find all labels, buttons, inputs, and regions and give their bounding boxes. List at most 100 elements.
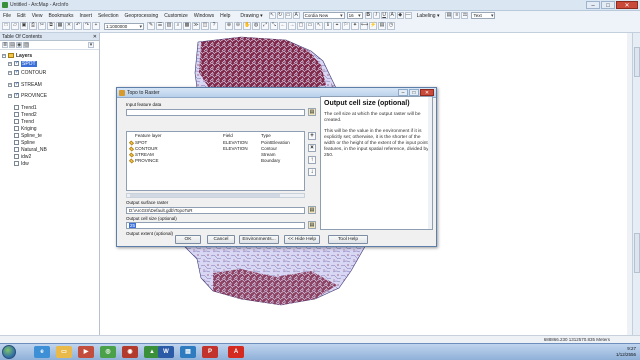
table-scrollbar[interactable] [126,193,305,198]
help-scrollbar[interactable] [428,97,432,229]
layer-visibility-checkbox[interactable]: ✓ [14,61,19,66]
modelbuilder-icon[interactable]: ◫ [201,22,209,30]
menu-bookmarks[interactable]: Bookmarks [48,13,73,19]
arctoolbox-dock-tab[interactable] [634,47,640,77]
html-popup-icon[interactable]: ▤ [378,22,386,30]
copy-icon[interactable]: ⧉ [47,22,55,30]
layer-visibility-checkbox[interactable] [14,161,19,166]
redo-icon[interactable]: ↷ [83,22,91,30]
clear-selection-icon[interactable]: ▭ [306,22,314,30]
add-data-icon[interactable]: + [92,22,100,30]
save-icon[interactable]: ▣ [20,22,28,30]
layer-item-idw[interactable]: +Idw [8,160,29,167]
forward-icon[interactable]: → [288,22,296,30]
line-color-icon[interactable]: — [404,12,412,19]
layer-item-stream[interactable]: − ✓ STREAM [8,81,42,88]
layer-visibility-checkbox[interactable] [14,119,19,124]
cut-icon[interactable]: ✂ [38,22,46,30]
fixed-zoom-in-icon[interactable]: ⤢ [261,22,269,30]
word-icon[interactable]: W [158,346,174,358]
dialog-close-button[interactable]: ✕ [420,89,434,96]
label-priority-icon[interactable]: ≡ [453,12,461,19]
find-route-icon[interactable]: ⚐ [342,22,350,30]
catalog-icon[interactable]: ▥ [165,22,173,30]
italic-icon[interactable]: I [372,12,380,19]
layer-visibility-checkbox[interactable]: ✓ [14,82,19,87]
fixed-zoom-out-icon[interactable]: ⤡ [270,22,278,30]
close-button[interactable]: ✕ [616,1,638,9]
ok-button[interactable]: OK [175,235,201,244]
list-by-selection-icon[interactable]: ▨ [23,42,29,48]
acrobat-icon[interactable]: A [228,346,244,358]
python-icon[interactable]: ≫ [192,22,200,30]
environments-button[interactable]: Environments... [239,235,279,244]
menu-selection[interactable]: Selection [98,13,119,19]
layer-visibility-checkbox[interactable] [14,154,19,159]
text-symbol-combo[interactable]: Text [471,12,496,19]
measure-icon[interactable]: ⟷ [360,22,368,30]
settings-taskbar-icon[interactable]: ▤ [180,346,196,358]
cell-size-browse-icon[interactable]: ▤ [308,221,316,229]
hyperlink-icon[interactable]: ⚡ [369,22,377,30]
fill-color-icon[interactable]: ◆ [396,12,404,19]
input-browse-icon[interactable]: ▤ [308,108,316,116]
labeling-menu[interactable]: Labeling ▾ [417,13,440,19]
table-row[interactable]: PROVINCE Boundary [127,158,304,164]
editor-icon[interactable]: ✎ [147,22,155,30]
menu-help[interactable]: Help [220,13,230,19]
open-icon[interactable]: ▱ [11,22,19,30]
bold-icon[interactable]: B [364,12,372,19]
cancel-button[interactable]: Cancel [207,235,235,244]
menu-insert[interactable]: Insert [79,13,92,19]
list-by-source-icon[interactable]: ▤ [9,42,15,48]
map-scale-combo[interactable]: 1:1000000 [104,22,144,30]
layer-item-spot[interactable]: − ✓ SPOT [8,60,37,67]
menu-geoprocessing[interactable]: Geoprocessing [125,13,159,19]
menu-edit[interactable]: Edit [17,13,26,19]
select-elements-icon[interactable]: ↖ [315,22,323,30]
dialog-maximize-button[interactable]: □ [409,89,419,96]
collapse-icon[interactable]: − [2,53,6,58]
layer-item-idw2[interactable]: +idw2 [8,153,31,160]
remove-row-button[interactable]: × [308,144,316,152]
layer-visibility-checkbox[interactable] [14,147,19,152]
move-up-button[interactable]: ↑ [308,156,316,164]
input-feature-data-combo[interactable] [126,109,305,116]
delete-icon[interactable]: ✕ [65,22,73,30]
expand-icon[interactable]: − [8,61,12,66]
menu-view[interactable]: View [32,13,43,19]
explorer-icon[interactable]: ▭ [56,346,72,358]
tool-help-button[interactable]: Tool Help [328,235,368,244]
output-browse-icon[interactable]: ▤ [308,206,316,214]
drawing-menu[interactable]: Drawing ▾ [240,13,262,19]
catalog-dock-tab[interactable] [634,233,640,273]
minimize-button[interactable]: – [586,1,600,9]
select-elements-icon[interactable]: ↖ [268,12,276,19]
font-size-combo[interactable]: 16 [346,12,363,19]
help-icon[interactable]: ? [210,22,218,30]
layer-item-kriging[interactable]: +Kriging [8,125,37,132]
move-down-button[interactable]: ↓ [308,168,316,176]
start-button[interactable] [2,345,16,359]
menu-file[interactable]: File [3,13,11,19]
layer-visibility-checkbox[interactable] [14,133,19,138]
find-icon[interactable]: ⌖ [333,22,341,30]
expand-icon[interactable]: − [8,93,12,98]
rotate-icon[interactable]: ↻ [276,12,284,19]
layer-item-trend2[interactable]: +Trend2 [8,111,37,118]
ie-icon[interactable]: e [34,346,50,358]
new-map-icon[interactable]: □ [2,22,10,30]
chrome-icon[interactable]: ◎ [100,346,116,358]
zoom-out-icon[interactable]: ⊖ [234,22,242,30]
hide-help-button[interactable]: << Hide Help [284,235,320,244]
label-weight-icon[interactable]: ⚖ [461,12,469,19]
font-combo[interactable]: Cordia New [302,12,345,19]
paste-icon[interactable]: ▦ [56,22,64,30]
search-icon[interactable]: ⌕ [174,22,182,30]
layer-visibility-checkbox[interactable] [14,112,19,117]
layer-item-trend[interactable]: +Trend [8,118,34,125]
select-features-icon[interactable]: ▢ [297,22,305,30]
layer-item-spline-te[interactable]: +Spline_te [8,132,42,139]
list-by-drawing-order-icon[interactable]: ≣ [2,42,8,48]
label-manager-icon[interactable]: ▤ [445,12,453,19]
